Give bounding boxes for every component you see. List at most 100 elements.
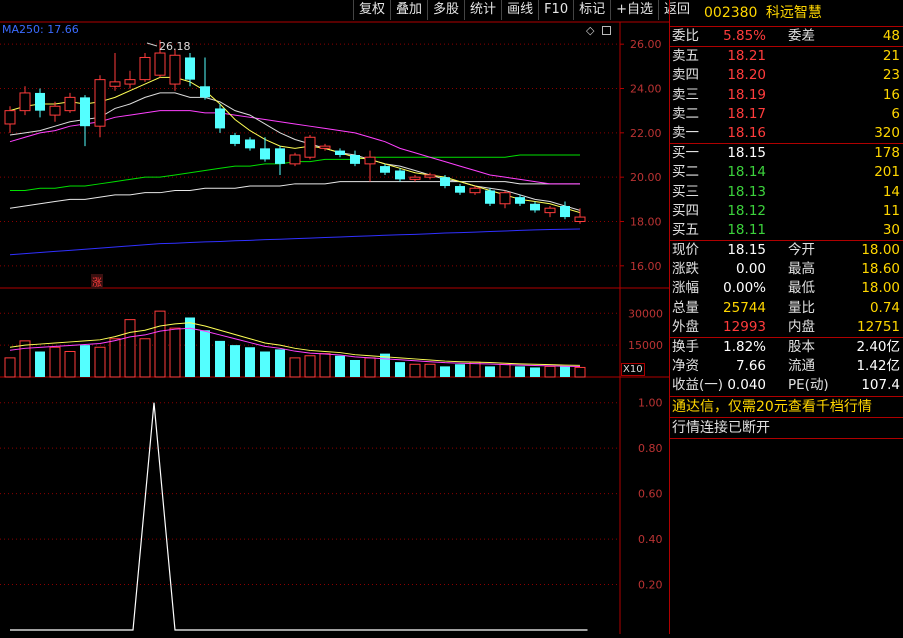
- buy-label: 买五: [672, 221, 699, 238]
- toolbar-item-6[interactable]: 标记: [573, 0, 610, 20]
- buy-level-3: 买三 18.13 14: [670, 183, 903, 202]
- window-toggle-icon[interactable]: [602, 26, 611, 35]
- weibi-value: 5.85%: [723, 28, 766, 44]
- indicator-tick-label: 0.60: [638, 488, 663, 501]
- toolbar-item-0[interactable]: 复权: [353, 0, 390, 20]
- sell-volume: 21: [882, 48, 900, 65]
- candle-body: [469, 187, 481, 194]
- stock-title: 002380 科远智慧: [670, 0, 903, 27]
- high-price-mark: 26.18: [159, 40, 191, 53]
- candle-body: [455, 186, 465, 193]
- sell-level-4-l: 卖四: [672, 67, 699, 84]
- volume-bar: [94, 346, 106, 378]
- buy-level-5: 买五 18.11 30: [670, 221, 903, 240]
- price-tick-label: 24.00: [630, 83, 662, 96]
- connection-status: 行情连接已断开: [672, 419, 770, 436]
- stat-row-2-l: 涨幅: [672, 280, 699, 297]
- candle-body: [440, 177, 450, 187]
- volume-bar: [469, 361, 481, 378]
- fundamental-stats: 换手 1.82% 股本 2.40亿 净资 7.66 流通 1.42亿 收益(一) 0.040 PE(…: [670, 338, 903, 396]
- toolbar-item-1[interactable]: 叠加: [390, 0, 427, 20]
- buy-label: 买一: [672, 145, 699, 162]
- buy-orders: 买一 18.15 178 买二 18.14 201 买三 18.13 14 买四 18.12 11 买五…: [670, 144, 903, 240]
- stat-row-4-l: 外盘: [672, 318, 699, 335]
- stat-row-3-v2: 0.74: [869, 299, 900, 316]
- candle-body: [94, 79, 106, 127]
- stat-row-0: 现价 18.15 今开 18.00: [670, 241, 903, 260]
- stat-row-3-l2: 量比: [788, 299, 815, 316]
- volume-bar: [395, 362, 405, 377]
- volume-bar: [304, 355, 316, 378]
- volume-bar: [154, 310, 166, 378]
- stat-row-4-l2: 内盘: [788, 318, 815, 335]
- volume-bar: [260, 351, 270, 377]
- settings-diamond-icon[interactable]: ◇: [586, 24, 594, 37]
- kline-chart-area[interactable]: 26.00 24.00 22.00 20.00 18.00 16.00 30000 15000…: [0, 0, 669, 634]
- volume-bar: [544, 365, 556, 378]
- stat-row-1-v2: 18.60: [861, 261, 900, 278]
- fund-row-0-l2: 股本: [788, 339, 815, 355]
- ma-blue-line: [9, 228, 581, 256]
- buy-volume: 201: [874, 164, 900, 181]
- volume-bar: [515, 366, 525, 377]
- fund-row-2-l: 收益(一): [672, 377, 724, 394]
- candle-body: [169, 54, 181, 85]
- candle-body: [574, 216, 586, 222]
- buy-level-4: 买四 18.12 11: [670, 202, 903, 221]
- fund-row-1-v2: 1.42亿: [856, 358, 900, 375]
- buy-price: 18.15: [727, 145, 766, 162]
- toolbar-item-4[interactable]: 画线: [501, 0, 538, 20]
- candle-body: [350, 155, 360, 164]
- stat-row-4-v: 12993: [723, 318, 766, 335]
- stat-row-0-v2: 18.00: [861, 242, 900, 259]
- fund-row-2: 收益(一) 0.040 PE(动) 107.4: [670, 376, 903, 395]
- volume-bar: [350, 360, 360, 377]
- toolbar-item-7[interactable]: +自选: [610, 0, 658, 20]
- sell-volume: 16: [882, 86, 900, 103]
- volume-bar: [245, 347, 255, 377]
- indicator-tick-label: 1.00: [638, 397, 663, 410]
- candle-body: [275, 148, 285, 164]
- candle-body: [49, 105, 61, 116]
- indicator-tick-label: 0.80: [638, 442, 663, 455]
- stat-row-4-v2: 12751: [857, 318, 900, 335]
- volume-bar: [424, 363, 436, 378]
- stock-name[interactable]: 科远智慧: [766, 5, 822, 21]
- volume-bar: [335, 355, 345, 377]
- kline-chart-svg[interactable]: 26.00 24.00 22.00 20.00 18.00 16.00 30000 15000…: [0, 0, 669, 634]
- candle-body: [544, 207, 556, 214]
- toolbar-item-5[interactable]: F10: [538, 0, 573, 20]
- sell-price: 18.20: [727, 67, 766, 84]
- candle-body: [335, 150, 345, 155]
- quote-panel: 002380 科远智慧 委比 5.85% 委差 48 卖五 18.21 21 卖四 18…: [669, 0, 903, 634]
- candle-body: [139, 56, 151, 81]
- price-tick-label: 16.00: [630, 260, 662, 273]
- sell-volume: 320: [874, 124, 900, 141]
- volume-bar: [109, 338, 121, 378]
- volume-bar: [139, 338, 151, 378]
- volume-bar: [440, 366, 450, 377]
- buy-volume: 178: [874, 145, 900, 162]
- toolbar-item-2[interactable]: 多股: [427, 0, 464, 20]
- sell-price: 18.19: [727, 86, 766, 103]
- volume-bar: [275, 349, 285, 377]
- chart-toolbar: 复权 叠加 多股 统计 画线 F10 标记 +自选 返回: [353, 0, 695, 22]
- sell-price: 18.17: [727, 105, 766, 122]
- volume-bar: [289, 357, 301, 378]
- volume-bar: [499, 363, 511, 378]
- volume-tick-label: 15000: [628, 339, 663, 352]
- volume-bar: [4, 357, 16, 378]
- candle-body: [380, 166, 390, 173]
- stock-code[interactable]: 002380: [704, 5, 757, 21]
- buy-price: 18.12: [727, 202, 766, 219]
- promo-text[interactable]: 通达信，仅需20元查看千档行情: [670, 397, 903, 417]
- volume-bar: [64, 351, 76, 378]
- price-tick-label: 18.00: [630, 216, 662, 229]
- toolbar-item-3[interactable]: 统计: [464, 0, 501, 20]
- stat-row-2: 涨幅 0.00% 最低 18.00: [670, 279, 903, 298]
- volume-bar: [530, 367, 540, 377]
- fund-row-0-l: 换手: [672, 339, 699, 355]
- price-tick-label: 20.00: [630, 171, 662, 184]
- indicator-line: [10, 402, 588, 631]
- volume-bar: [409, 363, 421, 378]
